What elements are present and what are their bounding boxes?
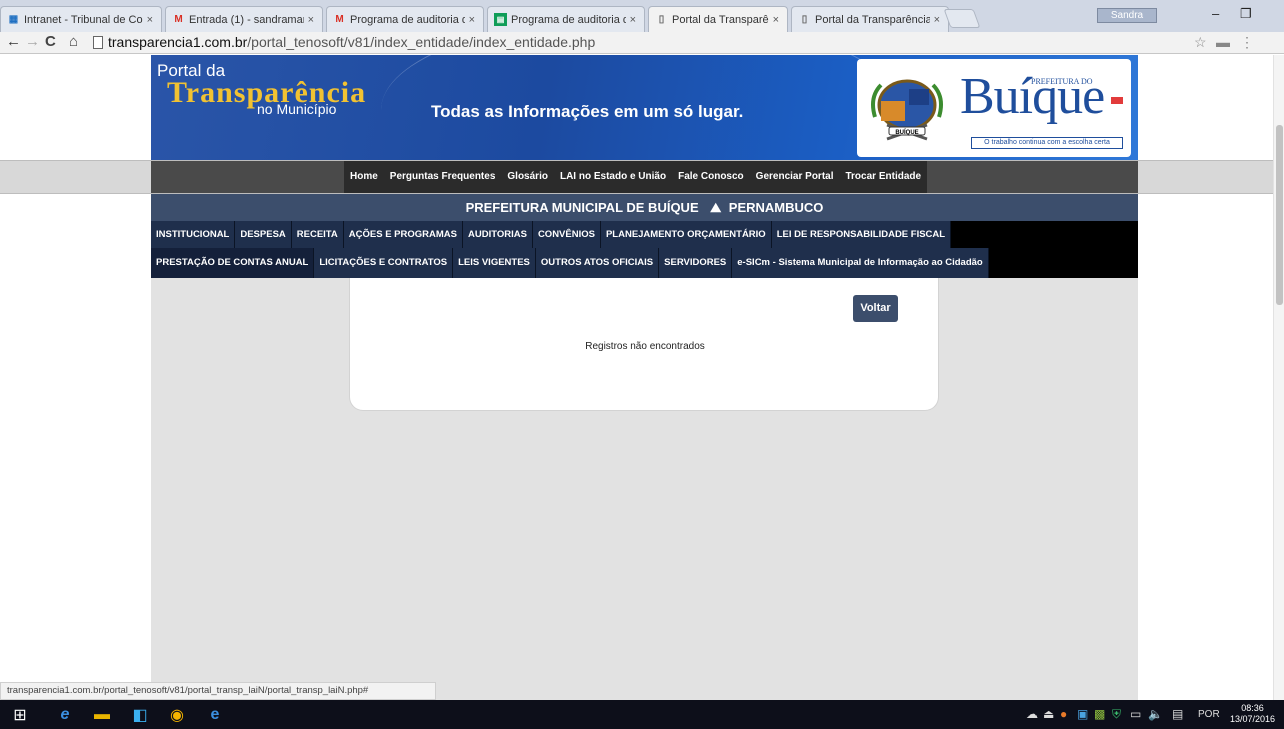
- edge-icon[interactable]: e: [205, 705, 225, 725]
- file-explorer-icon[interactable]: ▬: [92, 705, 112, 725]
- gmail-icon: M: [174, 14, 183, 25]
- windows-taskbar: ⊞ e ▬ ◧ ◉ e ☁ ⏏ ● ▣ ▩ ⛨ ▭ 🔈 ▤ POR 08:36 …: [0, 700, 1284, 729]
- entity-title: PREFEITURA MUNICIPAL DE BUÍQUE: [465, 200, 699, 215]
- menu-institucional[interactable]: INSTITUCIONAL: [151, 221, 236, 248]
- close-icon[interactable]: ×: [773, 14, 779, 26]
- crest-text: BUÍQUE: [895, 128, 918, 136]
- page-icon: ▯: [801, 14, 808, 25]
- state-flag-icon: ⛰: [710, 200, 722, 215]
- menu-despesa[interactable]: DESPESA: [235, 221, 292, 248]
- network-icon[interactable]: ▭: [1130, 707, 1141, 721]
- reload-icon[interactable]: C: [45, 33, 56, 50]
- app-tray-icon[interactable]: ▣: [1077, 707, 1088, 721]
- close-icon[interactable]: ×: [147, 14, 153, 26]
- new-tab-button[interactable]: [943, 9, 981, 28]
- language-indicator[interactable]: POR: [1198, 709, 1220, 720]
- section-menu-row2: PRESTAÇÃO DE CONTAS ANUAL LICITAÇÕES E C…: [151, 248, 1138, 278]
- clock[interactable]: 08:36 13/07/2016: [1230, 703, 1275, 725]
- menu-receita[interactable]: RECEITA: [292, 221, 344, 248]
- entity-title-bar: PREFEITURA MUNICIPAL DE BUÍQUE ⛰ PERNAMB…: [151, 194, 1138, 221]
- menu-servidores[interactable]: SERVIDORES: [659, 248, 733, 278]
- app-tray-icon[interactable]: ▩: [1094, 707, 1105, 721]
- sheets-icon: ▤: [494, 13, 507, 26]
- volume-icon[interactable]: 🔈: [1148, 707, 1163, 721]
- no-records-message: Registros não encontrados: [585, 341, 705, 352]
- extension-icon[interactable]: ▬: [1216, 34, 1230, 50]
- menu-leis-vigentes[interactable]: LEIS VIGENTES: [453, 248, 536, 278]
- forward-icon[interactable]: →: [25, 33, 40, 50]
- close-icon[interactable]: ×: [308, 14, 314, 26]
- shield-icon[interactable]: ⛨: [1112, 707, 1121, 722]
- scrollbar-thumb[interactable]: [1276, 125, 1283, 305]
- page-icon: ▯: [658, 14, 665, 25]
- restore-icon[interactable]: ❐: [1240, 6, 1252, 22]
- browser-tab[interactable]: M Entrada (1) - sandramaria ×: [165, 6, 323, 32]
- nav-contact[interactable]: Fale Conosco: [672, 161, 750, 193]
- start-icon[interactable]: ⊞: [10, 705, 30, 725]
- nav-glossary[interactable]: Glosário: [501, 161, 554, 193]
- home-icon[interactable]: ⌂: [69, 33, 78, 50]
- vertical-scrollbar[interactable]: [1273, 55, 1284, 700]
- extension-icon[interactable]: ⋮: [1240, 34, 1254, 51]
- back-icon[interactable]: ←: [6, 33, 21, 50]
- menu-planejamento[interactable]: PLANEJAMENTO ORÇAMENTÁRIO: [601, 221, 772, 248]
- menu-outros-atos[interactable]: OUTROS ATOS OFICIAIS: [536, 248, 660, 278]
- nav-faq[interactable]: Perguntas Frequentes: [384, 161, 502, 193]
- menu-prestacao-contas[interactable]: PRESTAÇÃO DE CONTAS ANUAL: [151, 248, 315, 278]
- profile-button[interactable]: Sandra Maria B...: [1097, 8, 1157, 23]
- app-tray-icon[interactable]: ●: [1060, 707, 1067, 721]
- browser-tab[interactable]: ▯ Portal da Transparência nc ×: [791, 6, 949, 32]
- main-nav: Home Perguntas Frequentes Glosário LAI n…: [151, 161, 1138, 193]
- minimize-icon[interactable]: –: [1212, 6, 1219, 21]
- usb-icon[interactable]: ⏏: [1043, 707, 1054, 721]
- site-banner: Portal da Transparência no Município Tod…: [151, 55, 1138, 160]
- menu-esic[interactable]: e-SICm - Sistema Municipal de Informação…: [732, 248, 989, 278]
- browser-tab[interactable]: ▤ Programa de auditoria de ×: [487, 6, 645, 32]
- nav-change-entity[interactable]: Trocar Entidade: [839, 161, 927, 193]
- menu-licitacoes[interactable]: LICITAÇÕES E CONTRATOS: [314, 248, 454, 278]
- clock-date: 13/07/2016: [1230, 714, 1276, 724]
- logo-name: Buíque: [960, 68, 1105, 125]
- nav-lai[interactable]: LAI no Estado e União: [554, 161, 672, 193]
- keyboard-icon[interactable]: ▤: [1172, 707, 1183, 721]
- status-bar-url: transparencia1.com.br/portal_tenosoft/v8…: [0, 682, 436, 700]
- nav-manage-portal[interactable]: Gerenciar Portal: [750, 161, 840, 193]
- municipality-logo: BUÍQUE PREFEITURA DO Buíque O trabalho c…: [857, 59, 1131, 157]
- outlook-icon[interactable]: ◧: [130, 705, 150, 725]
- intranet-icon: ▦: [8, 14, 19, 25]
- ie-icon[interactable]: e: [55, 705, 75, 725]
- browser-tab-strip: ▦ Intranet - Tribunal de Con × M Entrada…: [0, 0, 1284, 32]
- gmail-icon: M: [335, 14, 344, 25]
- nav-home[interactable]: Home: [344, 161, 384, 193]
- menu-convenios[interactable]: CONVÊNIOS: [533, 221, 601, 248]
- brand-line3: no Município: [257, 101, 337, 117]
- menu-auditorias[interactable]: AUDITORIAS: [463, 221, 533, 248]
- page-viewport: Portal da Transparência no Município Tod…: [0, 55, 1284, 700]
- bookmark-star-icon[interactable]: ☆: [1194, 34, 1207, 51]
- results-card: Voltar Registros não encontrados: [349, 278, 939, 411]
- chrome-icon[interactable]: ◉: [167, 705, 187, 725]
- menu-lrf[interactable]: LEI DE RESPONSABILIDADE FISCAL: [772, 221, 952, 248]
- section-menu-row1: INSTITUCIONAL DESPESA RECEITA AÇÕES E PR…: [151, 221, 1138, 248]
- clock-time: 08:36: [1241, 703, 1264, 713]
- browser-tab[interactable]: M Programa de auditoria de ×: [326, 6, 484, 32]
- address-bar[interactable]: transparencia1.com.br/portal_tenosoft/v8…: [108, 34, 595, 50]
- browser-tab-active[interactable]: ▯ Portal da Transparência nc ×: [648, 6, 788, 32]
- logo-slogan: O trabalho continua com a escolha certa: [971, 137, 1123, 149]
- back-button[interactable]: Voltar: [853, 295, 898, 322]
- logo-dash: [1111, 97, 1123, 104]
- close-icon[interactable]: ×: [630, 14, 636, 26]
- menu-acoes-programas[interactable]: AÇÕES E PROGRAMAS: [344, 221, 463, 248]
- crest-icon: BUÍQUE: [871, 79, 943, 141]
- close-icon[interactable]: ×: [469, 14, 475, 26]
- page-icon: [93, 36, 103, 49]
- browser-tab[interactable]: ▦ Intranet - Tribunal de Con ×: [0, 6, 162, 32]
- cloud-icon[interactable]: ☁: [1026, 707, 1038, 721]
- entity-state: PERNAMBUCO: [728, 200, 824, 215]
- content-area: Voltar Registros não encontrados: [151, 278, 1138, 700]
- banner-tagline: Todas as Informações em um só lugar.: [431, 102, 744, 121]
- close-icon[interactable]: ×: [934, 14, 940, 26]
- browser-toolbar: ← → C ⌂ transparencia1.com.br/portal_ten…: [0, 32, 1284, 54]
